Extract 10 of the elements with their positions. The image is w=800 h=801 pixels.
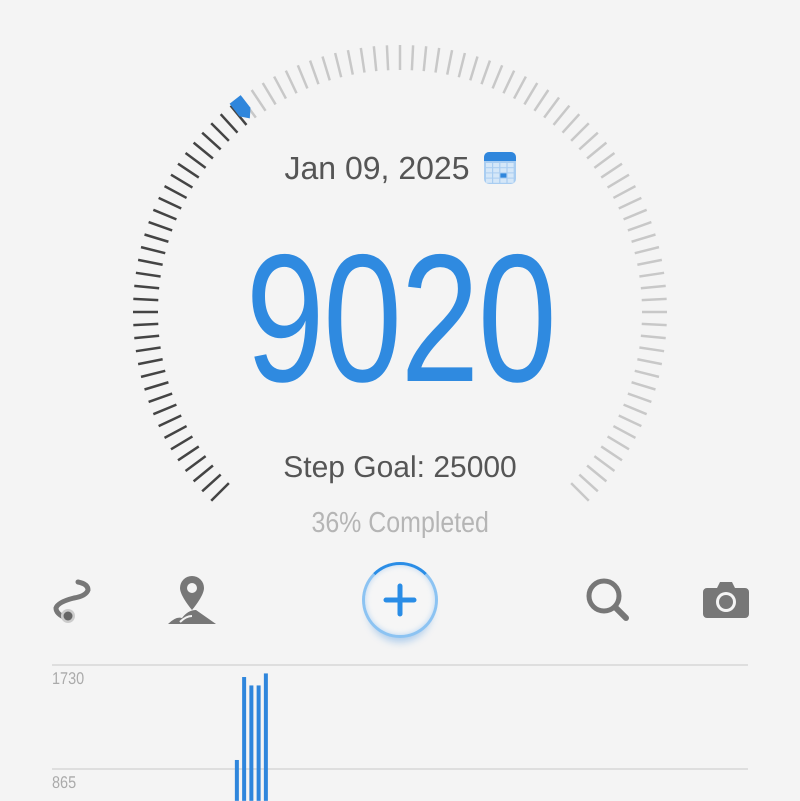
completion-label: 36% Completed <box>311 507 489 540</box>
y-axis-label: 1730 <box>52 669 84 690</box>
y-axis-label: 865 <box>52 773 76 794</box>
progress-marker <box>230 95 250 118</box>
plus-icon <box>383 582 417 617</box>
chart-bar <box>234 760 239 801</box>
date-label: Jan 09, 2025 <box>284 150 470 186</box>
step-goal-label: Step Goal: 25000 <box>283 451 517 485</box>
step-count: 9020 <box>245 223 555 413</box>
calendar-icon[interactable] <box>484 152 516 184</box>
